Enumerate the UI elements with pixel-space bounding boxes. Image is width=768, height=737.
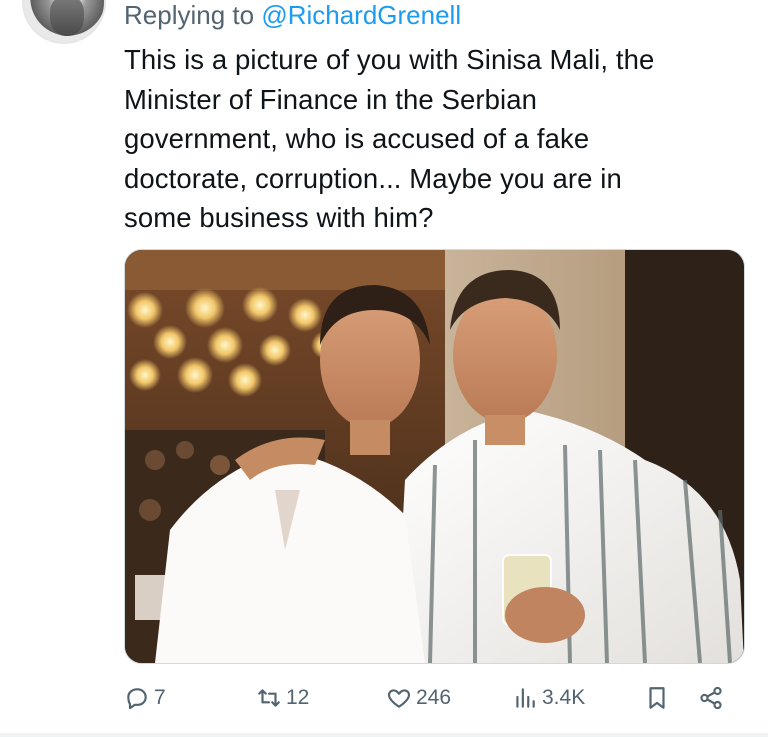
like-count: 246 — [416, 686, 452, 709]
retweet-icon — [258, 689, 280, 707]
photo-illustration — [125, 250, 744, 663]
bookmark-icon — [649, 687, 665, 709]
reply-icon — [127, 688, 147, 710]
view-count: 3.4K — [542, 686, 586, 709]
tweet-action-bar: 7 12 246 3.4K — [124, 680, 734, 716]
reply-count: 7 — [154, 686, 166, 709]
retweet-button[interactable]: 12 — [256, 680, 309, 716]
tweet-text-line: government, who is accused of a fake — [124, 123, 590, 154]
like-button[interactable]: 246 — [386, 680, 451, 716]
divider — [0, 733, 768, 737]
tweet-text-line: doctorate, corruption... Maybe you are i… — [124, 162, 622, 194]
views-button[interactable]: 3.4K — [512, 680, 585, 716]
reply-button[interactable]: 7 — [124, 680, 166, 716]
tweet-text: This is a picture of you with Sinisa Mal… — [124, 40, 724, 238]
share-icon — [700, 686, 722, 710]
retweet-count: 12 — [286, 686, 310, 709]
replying-to-line: Replying to @RichardGrenell — [124, 0, 461, 30]
replying-to-handle-link[interactable]: @RichardGrenell — [261, 0, 461, 30]
replying-to-label: Replying to — [124, 0, 262, 30]
views-icon — [516, 688, 535, 708]
share-button[interactable] — [698, 680, 724, 716]
tweet-text-line: some business with him? — [124, 202, 434, 233]
bookmark-button[interactable] — [644, 680, 670, 716]
avatar-face — [50, 0, 84, 36]
tweet-text-line: This is a picture of you with Sinisa Mal… — [124, 44, 655, 75]
avatar[interactable] — [22, 0, 106, 44]
tweet-photo[interactable] — [124, 249, 745, 664]
tweet-text-line: Minister of Finance in the Serbian — [124, 83, 538, 115]
like-icon — [387, 689, 411, 708]
